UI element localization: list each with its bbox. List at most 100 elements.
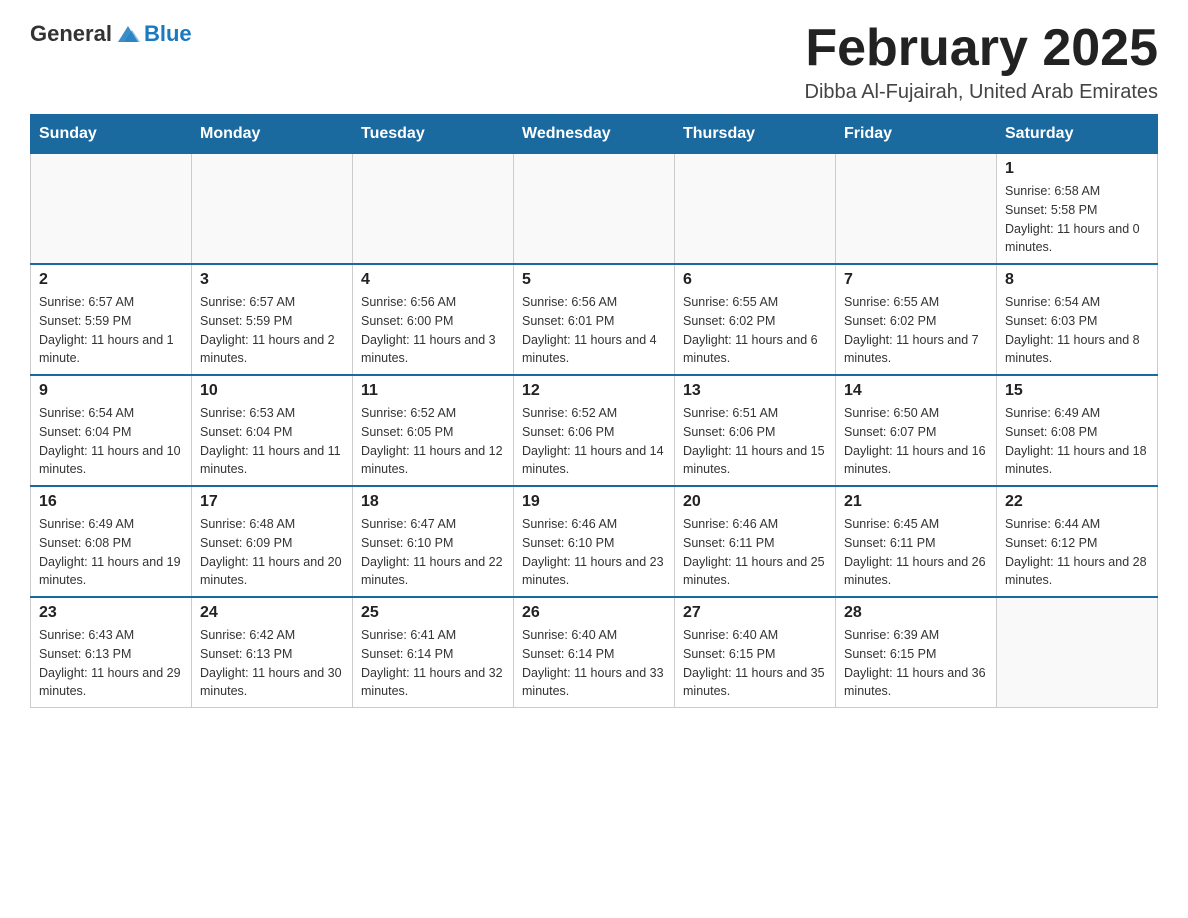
- day-info: Sunrise: 6:43 AM Sunset: 6:13 PM Dayligh…: [39, 626, 183, 701]
- day-info: Sunrise: 6:41 AM Sunset: 6:14 PM Dayligh…: [361, 626, 505, 701]
- day-number: 2: [39, 271, 183, 289]
- day-info: Sunrise: 6:39 AM Sunset: 6:15 PM Dayligh…: [844, 626, 988, 701]
- day-number: 17: [200, 493, 344, 511]
- day-number: 12: [522, 382, 666, 400]
- calendar-cell: [192, 154, 353, 265]
- day-info: Sunrise: 6:56 AM Sunset: 6:01 PM Dayligh…: [522, 293, 666, 368]
- day-number: 23: [39, 604, 183, 622]
- calendar-cell: [31, 154, 192, 265]
- calendar-day-header: Friday: [836, 115, 997, 154]
- calendar-cell: [353, 154, 514, 265]
- calendar-subtitle: Dibba Al-Fujairah, United Arab Emirates: [805, 81, 1159, 104]
- day-info: Sunrise: 6:54 AM Sunset: 6:03 PM Dayligh…: [1005, 293, 1149, 368]
- calendar-cell: 12 Sunrise: 6:52 AM Sunset: 6:06 PM Dayli…: [514, 375, 675, 486]
- day-number: 8: [1005, 271, 1149, 289]
- calendar-cell: 11Sunrise: 6:52 AM Sunset: 6:05 PM Dayli…: [353, 375, 514, 486]
- day-number: 21: [844, 493, 988, 511]
- calendar-cell: 20 Sunrise: 6:46 AM Sunset: 6:11 PM Dayli…: [675, 486, 836, 597]
- day-number: 25: [361, 604, 505, 622]
- day-info: Sunrise: 6:48 AM Sunset: 6:09 PM Dayligh…: [200, 515, 344, 590]
- calendar-week-row: 9 Sunrise: 6:54 AM Sunset: 6:04 PM Daylig…: [31, 375, 1158, 486]
- calendar-cell: 26Sunrise: 6:40 AM Sunset: 6:14 PM Dayli…: [514, 597, 675, 708]
- logo: General Blue: [30, 20, 192, 48]
- page-header: General Blue February 2025 Dibba Al-Fuja…: [30, 20, 1158, 104]
- day-info: Sunrise: 6:50 AM Sunset: 6:07 PM Dayligh…: [844, 404, 988, 479]
- day-number: 27: [683, 604, 827, 622]
- calendar-day-header: Sunday: [31, 115, 192, 154]
- calendar-cell: 6 Sunrise: 6:55 AM Sunset: 6:02 PM Daylig…: [675, 264, 836, 375]
- calendar-cell: 21 Sunrise: 6:45 AM Sunset: 6:11 PM Dayli…: [836, 486, 997, 597]
- calendar-day-header: Wednesday: [514, 115, 675, 154]
- calendar-cell: 28 Sunrise: 6:39 AM Sunset: 6:15 PM Dayli…: [836, 597, 997, 708]
- day-info: Sunrise: 6:52 AM Sunset: 6:06 PM Dayligh…: [522, 404, 666, 479]
- day-info: Sunrise: 6:44 AM Sunset: 6:12 PM Dayligh…: [1005, 515, 1149, 590]
- day-number: 7: [844, 271, 988, 289]
- calendar-day-header: Thursday: [675, 115, 836, 154]
- day-number: 16: [39, 493, 183, 511]
- calendar-cell: 15Sunrise: 6:49 AM Sunset: 6:08 PM Dayli…: [997, 375, 1158, 486]
- day-info: Sunrise: 6:57 AM Sunset: 5:59 PM Dayligh…: [39, 293, 183, 368]
- day-info: Sunrise: 6:49 AM Sunset: 6:08 PM Dayligh…: [1005, 404, 1149, 479]
- calendar-cell: [836, 154, 997, 265]
- calendar-day-header: Saturday: [997, 115, 1158, 154]
- day-info: Sunrise: 6:54 AM Sunset: 6:04 PM Dayligh…: [39, 404, 183, 479]
- day-number: 5: [522, 271, 666, 289]
- calendar-cell: 24Sunrise: 6:42 AM Sunset: 6:13 PM Dayli…: [192, 597, 353, 708]
- day-info: Sunrise: 6:52 AM Sunset: 6:05 PM Dayligh…: [361, 404, 505, 479]
- logo-icon: [114, 20, 142, 48]
- day-number: 4: [361, 271, 505, 289]
- calendar-week-row: 1 Sunrise: 6:58 AM Sunset: 5:58 PM Daylig…: [31, 154, 1158, 265]
- day-number: 1: [1005, 160, 1149, 178]
- calendar-cell: 14Sunrise: 6:50 AM Sunset: 6:07 PM Dayli…: [836, 375, 997, 486]
- day-info: Sunrise: 6:55 AM Sunset: 6:02 PM Dayligh…: [844, 293, 988, 368]
- calendar-cell: 27Sunrise: 6:40 AM Sunset: 6:15 PM Dayli…: [675, 597, 836, 708]
- calendar-cell: 7 Sunrise: 6:55 AM Sunset: 6:02 PM Daylig…: [836, 264, 997, 375]
- calendar-cell: 1 Sunrise: 6:58 AM Sunset: 5:58 PM Daylig…: [997, 154, 1158, 265]
- day-info: Sunrise: 6:46 AM Sunset: 6:11 PM Dayligh…: [683, 515, 827, 590]
- day-number: 13: [683, 382, 827, 400]
- day-info: Sunrise: 6:46 AM Sunset: 6:10 PM Dayligh…: [522, 515, 666, 590]
- calendar-cell: 8 Sunrise: 6:54 AM Sunset: 6:03 PM Daylig…: [997, 264, 1158, 375]
- day-info: Sunrise: 6:51 AM Sunset: 6:06 PM Dayligh…: [683, 404, 827, 479]
- calendar-cell: 25 Sunrise: 6:41 AM Sunset: 6:14 PM Dayli…: [353, 597, 514, 708]
- day-info: Sunrise: 6:58 AM Sunset: 5:58 PM Dayligh…: [1005, 182, 1149, 257]
- day-number: 20: [683, 493, 827, 511]
- calendar-header-row: SundayMondayTuesdayWednesdayThursdayFrid…: [31, 115, 1158, 154]
- calendar-cell: 22Sunrise: 6:44 AM Sunset: 6:12 PM Dayli…: [997, 486, 1158, 597]
- calendar-cell: 2 Sunrise: 6:57 AM Sunset: 5:59 PM Daylig…: [31, 264, 192, 375]
- logo-text-blue: Blue: [144, 21, 192, 47]
- calendar-cell: 16 Sunrise: 6:49 AM Sunset: 6:08 PM Dayli…: [31, 486, 192, 597]
- calendar-cell: 13 Sunrise: 6:51 AM Sunset: 6:06 PM Dayli…: [675, 375, 836, 486]
- day-number: 28: [844, 604, 988, 622]
- day-info: Sunrise: 6:53 AM Sunset: 6:04 PM Dayligh…: [200, 404, 344, 479]
- calendar-week-row: 23 Sunrise: 6:43 AM Sunset: 6:13 PM Dayli…: [31, 597, 1158, 708]
- day-info: Sunrise: 6:56 AM Sunset: 6:00 PM Dayligh…: [361, 293, 505, 368]
- calendar-cell: 3 Sunrise: 6:57 AM Sunset: 5:59 PM Daylig…: [192, 264, 353, 375]
- calendar-cell: 5 Sunrise: 6:56 AM Sunset: 6:01 PM Daylig…: [514, 264, 675, 375]
- logo-text-general: General: [30, 21, 112, 47]
- calendar-day-header: Tuesday: [353, 115, 514, 154]
- day-info: Sunrise: 6:55 AM Sunset: 6:02 PM Dayligh…: [683, 293, 827, 368]
- calendar-cell: 9 Sunrise: 6:54 AM Sunset: 6:04 PM Daylig…: [31, 375, 192, 486]
- day-info: Sunrise: 6:47 AM Sunset: 6:10 PM Dayligh…: [361, 515, 505, 590]
- day-number: 10: [200, 382, 344, 400]
- calendar-cell: [675, 154, 836, 265]
- day-info: Sunrise: 6:57 AM Sunset: 5:59 PM Dayligh…: [200, 293, 344, 368]
- calendar-cell: [997, 597, 1158, 708]
- day-number: 26: [522, 604, 666, 622]
- calendar-title: February 2025: [805, 20, 1159, 77]
- calendar-day-header: Monday: [192, 115, 353, 154]
- day-info: Sunrise: 6:45 AM Sunset: 6:11 PM Dayligh…: [844, 515, 988, 590]
- day-number: 6: [683, 271, 827, 289]
- calendar-cell: 10 Sunrise: 6:53 AM Sunset: 6:04 PM Dayli…: [192, 375, 353, 486]
- calendar-cell: 23 Sunrise: 6:43 AM Sunset: 6:13 PM Dayli…: [31, 597, 192, 708]
- calendar-cell: [514, 154, 675, 265]
- calendar-cell: 19 Sunrise: 6:46 AM Sunset: 6:10 PM Dayli…: [514, 486, 675, 597]
- calendar-cell: 4 Sunrise: 6:56 AM Sunset: 6:00 PM Daylig…: [353, 264, 514, 375]
- day-number: 9: [39, 382, 183, 400]
- day-number: 24: [200, 604, 344, 622]
- day-number: 19: [522, 493, 666, 511]
- day-info: Sunrise: 6:49 AM Sunset: 6:08 PM Dayligh…: [39, 515, 183, 590]
- day-number: 3: [200, 271, 344, 289]
- calendar-week-row: 16 Sunrise: 6:49 AM Sunset: 6:08 PM Dayli…: [31, 486, 1158, 597]
